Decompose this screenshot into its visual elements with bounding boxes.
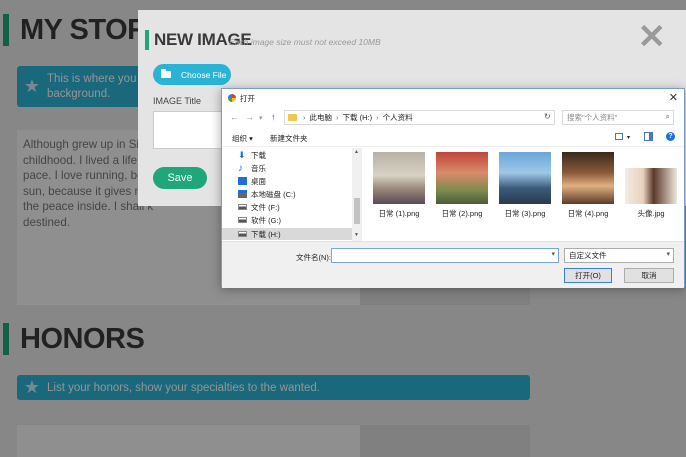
file-item[interactable]: 日常 (3).png <box>496 152 554 219</box>
modal-accent-bar <box>145 30 149 50</box>
scroll-down-icon[interactable]: ▼ <box>354 232 359 238</box>
folder-icon <box>161 69 171 78</box>
open-button[interactable]: 打开(O) <box>564 268 612 283</box>
choose-file-button[interactable]: Choose File <box>153 64 231 85</box>
tree-scrollbar[interactable]: ▲ ▼ <box>352 148 362 241</box>
address-row: ← → ▾ ↑ › 此电脑 › 下载 (H:) › 个人资料 ↻ 搜索"个人资料… <box>222 109 684 127</box>
refresh-icon[interactable]: ↻ <box>544 112 551 121</box>
new-folder-button[interactable]: 新建文件夹 <box>270 133 308 144</box>
image-title-label: IMAGE Title <box>153 96 202 106</box>
file-name: 日常 (3).png <box>504 209 546 218</box>
folder-icon <box>288 114 297 121</box>
filetype-value: 自定义文件 <box>569 251 607 260</box>
desktop-icon <box>238 177 247 185</box>
dialog-close-icon[interactable]: ✕ <box>669 91 678 104</box>
file-item[interactable]: 日常 (2).png <box>433 152 491 219</box>
scroll-up-icon[interactable]: ▲ <box>354 149 359 155</box>
dialog-footer: 文件名(N): ▾ 自定义文件 ▾ 打开(O) 取消 <box>222 241 684 288</box>
chevron-down-icon[interactable]: ▾ <box>551 250 555 258</box>
breadcrumb-item[interactable]: 下载 (H:) <box>343 112 373 123</box>
download-arrow-icon: ⬇ <box>238 149 246 160</box>
drive-icon <box>238 217 247 223</box>
image-thumbnail <box>373 152 425 204</box>
dialog-titlebar: 打开 ✕ <box>222 89 684 107</box>
file-item[interactable]: 头像.jpg <box>622 152 680 219</box>
file-name: 日常 (1).png <box>378 209 420 218</box>
search-placeholder: 搜索"个人资料" <box>567 113 618 122</box>
forward-arrow-icon[interactable]: → <box>245 112 254 122</box>
image-thumbnail <box>499 152 551 204</box>
close-icon[interactable]: ✕ <box>638 20 667 54</box>
tree-item-label: 下载 (H:) <box>251 229 281 239</box>
save-button[interactable]: Save <box>153 167 207 189</box>
file-grid: 日常 (1).png 日常 (2).png 日常 (3).png 日常 (4).… <box>370 152 682 232</box>
tree-item-label: 桌面 <box>251 176 266 186</box>
tree-item-label: 音乐 <box>251 163 266 173</box>
file-name: 日常 (4).png <box>567 209 609 218</box>
tree-item-desktop[interactable]: 桌面 <box>238 175 350 187</box>
help-icon[interactable]: ? <box>666 132 675 141</box>
search-icon: ⌕ <box>665 112 670 121</box>
tree-item-label: 软件 (G:) <box>251 215 281 225</box>
filename-input[interactable]: ▾ <box>331 248 559 263</box>
tree-item-label: 文件 (F:) <box>251 202 280 212</box>
image-thumbnail <box>436 152 488 204</box>
view-mode-icon[interactable] <box>615 133 623 140</box>
view-dropdown-icon[interactable]: ▾ <box>627 134 630 141</box>
tree-item-label: 下载 <box>251 150 266 160</box>
drive-icon <box>238 204 247 210</box>
drive-icon <box>238 190 247 198</box>
breadcrumb[interactable]: › 此电脑 › 下载 (H:) › 个人资料 <box>284 110 555 125</box>
scrollbar-thumb[interactable] <box>354 198 360 224</box>
tree-item-drive-g[interactable]: 软件 (G:) <box>238 214 350 226</box>
breadcrumb-item[interactable]: 个人资料 <box>383 112 413 123</box>
browser-logo-icon <box>228 94 236 102</box>
file-name: 日常 (2).png <box>441 209 483 218</box>
image-title-input[interactable] <box>153 111 223 149</box>
drive-icon <box>238 231 247 237</box>
file-item[interactable]: 日常 (4).png <box>559 152 617 219</box>
modal-size-hint: Each image size must not exceed 10MB <box>229 37 381 47</box>
tree-item-music[interactable]: ♪ 音乐 <box>238 162 350 174</box>
choose-file-label: Choose File <box>181 69 227 80</box>
tree-item-downloads[interactable]: ⬇ 下载 <box>238 149 350 161</box>
tree-item-drive-f[interactable]: 文件 (F:) <box>238 201 350 213</box>
organize-menu[interactable]: 组织 ▾ <box>232 133 253 144</box>
breadcrumb-item[interactable]: 此电脑 <box>310 112 333 123</box>
cancel-button[interactable]: 取消 <box>624 268 674 283</box>
dialog-toolbar: 组织 ▾ 新建文件夹 ▾ ? <box>222 129 684 147</box>
file-name: 头像.jpg <box>637 209 665 218</box>
filename-label: 文件名(N): <box>296 253 331 262</box>
file-item[interactable]: 日常 (1).png <box>370 152 428 219</box>
preview-pane-icon[interactable] <box>644 132 653 141</box>
tree-item-drive-c[interactable]: 本地磁盘 (C:) <box>238 188 350 200</box>
music-note-icon: ♪ <box>238 162 243 174</box>
dialog-title: 打开 <box>240 93 255 103</box>
search-input[interactable]: 搜索"个人资料" ⌕ <box>562 110 674 125</box>
up-arrow-icon[interactable]: ↑ <box>271 112 276 122</box>
navigation-tree: ⬇ 下载 ♪ 音乐 桌面 本地磁盘 (C:) 文件 (F:) 软件 (G:) 下… <box>222 148 362 241</box>
image-thumbnail <box>625 168 677 204</box>
tree-item-drive-h[interactable]: 下载 (H:) <box>222 228 352 240</box>
tree-item-label: 本地磁盘 (C:) <box>251 189 296 199</box>
back-arrow-icon[interactable]: ← <box>230 112 239 122</box>
chevron-down-icon: ▾ <box>666 251 670 258</box>
image-thumbnail <box>562 152 614 204</box>
recent-dropdown-icon[interactable]: ▾ <box>259 114 263 122</box>
filetype-select[interactable]: 自定义文件 ▾ <box>564 248 674 263</box>
file-open-dialog: 打开 ✕ ← → ▾ ↑ › 此电脑 › 下载 (H:) › 个人资料 ↻ 搜索… <box>221 88 685 288</box>
